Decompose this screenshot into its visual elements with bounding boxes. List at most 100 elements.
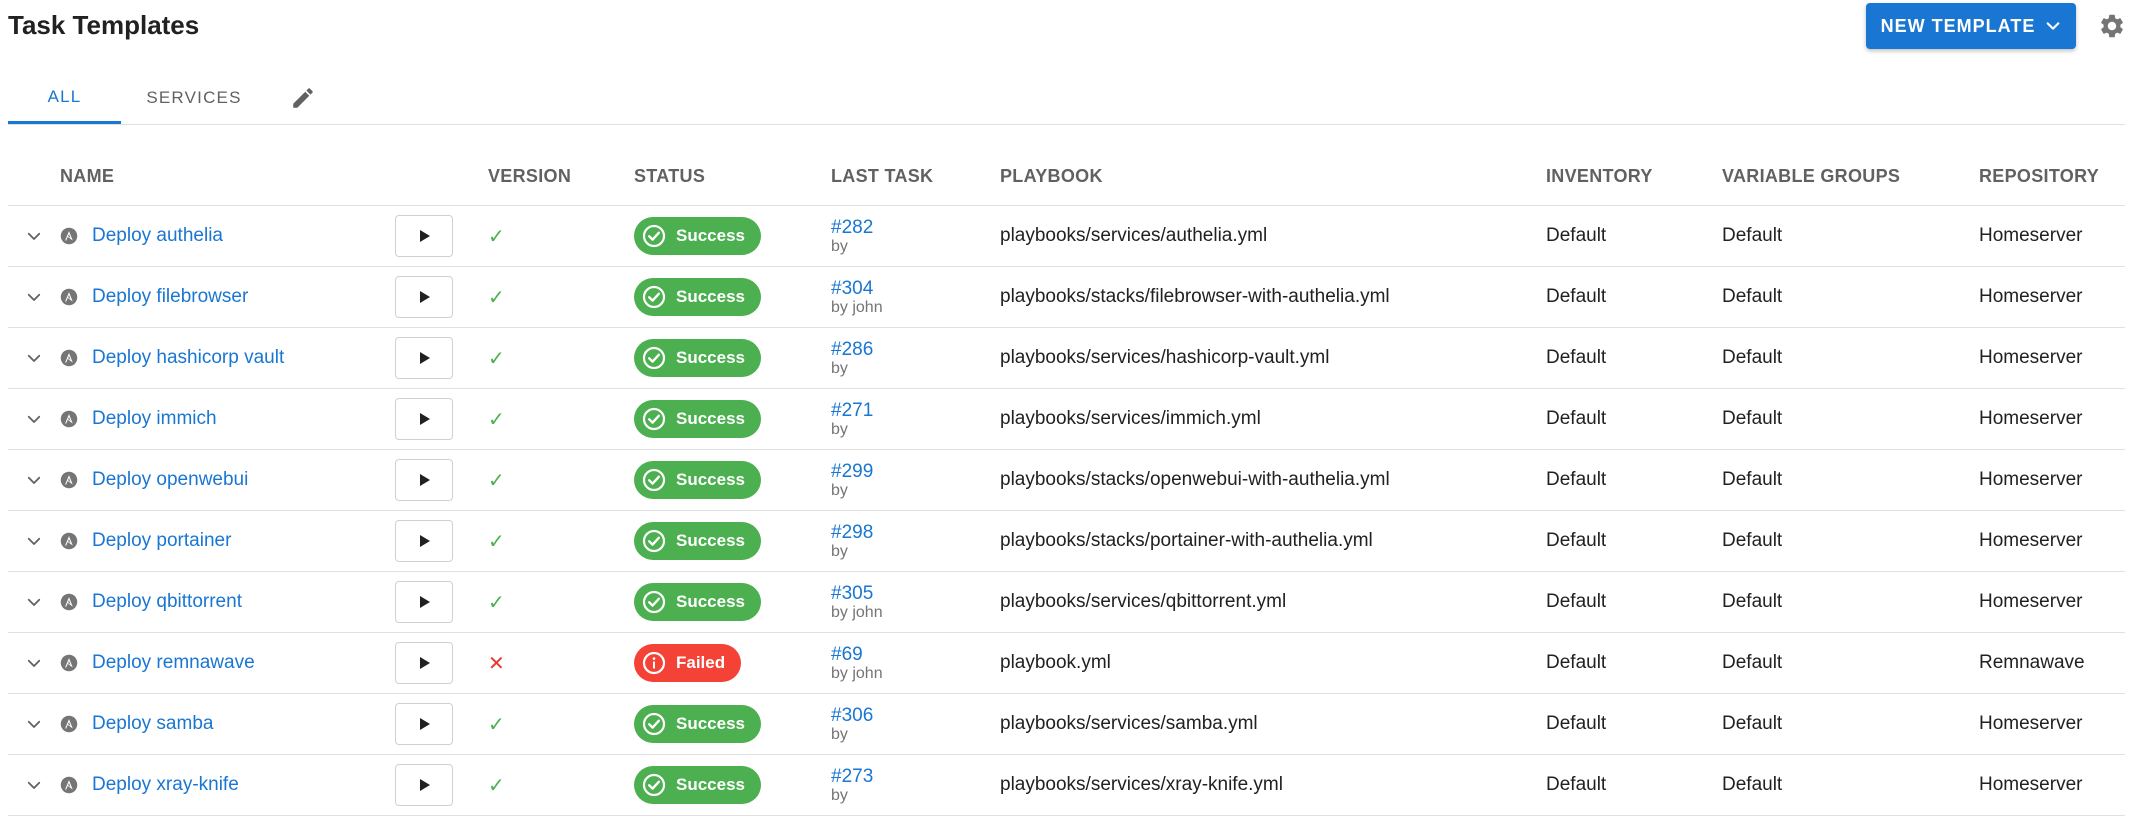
header-playbook[interactable]: PLAYBOOK — [1000, 148, 1546, 206]
header-run — [395, 148, 488, 206]
last-task-link[interactable]: #69 — [831, 645, 1000, 664]
expand-row-button[interactable] — [20, 405, 48, 433]
last-task-link[interactable]: #306 — [831, 706, 1000, 725]
expand-row-button[interactable] — [20, 527, 48, 555]
header-repository[interactable]: REPOSITORY — [1979, 148, 2125, 206]
last-task-cell: #306 by — [831, 693, 1000, 755]
expand-row-button[interactable] — [20, 588, 48, 616]
expand-row-button[interactable] — [20, 649, 48, 677]
run-template-button[interactable] — [395, 520, 453, 562]
template-name-link[interactable]: Deploy filebrowser — [92, 286, 248, 308]
last-task-link[interactable]: #271 — [831, 401, 1000, 420]
last-task-link[interactable]: #286 — [831, 340, 1000, 359]
header-variable-groups[interactable]: VARIABLE GROUPS — [1722, 148, 1979, 206]
name-cell: Deploy authelia — [60, 205, 395, 267]
template-name-link[interactable]: Deploy xray-knife — [92, 774, 239, 796]
run-template-button[interactable] — [395, 215, 453, 257]
status-cell: Success — [634, 693, 831, 755]
header-status[interactable]: STATUS — [634, 148, 831, 206]
variable-groups-cell: Default — [1722, 571, 1979, 633]
expand-row-button[interactable] — [20, 222, 48, 250]
last-task-link[interactable]: #298 — [831, 523, 1000, 542]
status-label: Failed — [676, 653, 726, 672]
template-name-link[interactable]: Deploy openwebui — [92, 469, 248, 491]
template-name-link[interactable]: Deploy authelia — [92, 225, 223, 247]
status-label: Success — [676, 714, 745, 733]
last-task-cell: #69 by john — [831, 632, 1000, 694]
template-name-link[interactable]: Deploy hashicorp vault — [92, 347, 284, 369]
name-cell: Deploy portainer — [60, 510, 395, 572]
ansible-icon — [60, 593, 78, 611]
repository-cell: Homeserver — [1979, 693, 2125, 755]
template-name-link[interactable]: Deploy samba — [92, 713, 213, 735]
playbook-cell: playbooks/stacks/openwebui-with-authelia… — [1000, 449, 1546, 511]
header-inventory[interactable]: INVENTORY — [1546, 148, 1722, 206]
templates-table: NAME VERSION STATUS LAST TASK PLAYBOOK I… — [8, 148, 2125, 816]
last-task-author: by john — [831, 298, 883, 316]
run-template-button[interactable] — [395, 581, 453, 623]
repository-cell: Homeserver — [1979, 327, 2125, 389]
expand-row-button[interactable] — [20, 283, 48, 311]
inventory-cell: Default — [1546, 205, 1722, 267]
variable-groups-cell: Default — [1722, 449, 1979, 511]
play-icon — [420, 596, 430, 608]
gear-icon — [2101, 14, 2123, 38]
chevron-down-icon — [27, 781, 41, 789]
template-name-link[interactable]: Deploy remnawave — [92, 652, 255, 674]
run-template-button[interactable] — [395, 276, 453, 318]
repository-cell: Homeserver — [1979, 571, 2125, 633]
last-task-link[interactable]: #273 — [831, 767, 1000, 786]
header-version[interactable]: VERSION — [488, 148, 634, 206]
last-task-author: by — [831, 542, 848, 560]
expand-row-button[interactable] — [20, 466, 48, 494]
new-template-button[interactable]: NEW TEMPLATE — [1866, 3, 2076, 49]
playbook-cell: playbooks/services/xray-knife.yml — [1000, 754, 1546, 816]
header-last-task[interactable]: LAST TASK — [831, 148, 1000, 206]
header-name[interactable]: NAME — [60, 148, 395, 206]
last-task-author: by — [831, 725, 848, 743]
check-icon: ✓ — [488, 530, 505, 553]
ansible-icon — [60, 654, 78, 672]
expand-row-button[interactable] — [20, 344, 48, 372]
tab-all[interactable]: ALL — [8, 72, 121, 124]
variable-groups-cell: Default — [1722, 693, 1979, 755]
run-template-button[interactable] — [395, 459, 453, 501]
run-template-button[interactable] — [395, 764, 453, 806]
name-cell: Deploy hashicorp vault — [60, 327, 395, 389]
last-task-link[interactable]: #304 — [831, 279, 1000, 298]
repository-cell: Homeserver — [1979, 266, 2125, 328]
run-template-button[interactable] — [395, 642, 453, 684]
play-icon — [420, 474, 430, 486]
info-circle-icon — [642, 651, 666, 675]
tab-services[interactable]: SERVICES — [121, 72, 267, 124]
variable-groups-cell: Default — [1722, 754, 1979, 816]
template-name-link[interactable]: Deploy immich — [92, 408, 217, 430]
status-label: Success — [676, 226, 745, 245]
template-name-link[interactable]: Deploy portainer — [92, 530, 231, 552]
run-template-button[interactable] — [395, 337, 453, 379]
run-template-button[interactable] — [395, 703, 453, 745]
tab-bar: ALL SERVICES — [8, 72, 2125, 125]
expand-row-button[interactable] — [20, 710, 48, 738]
check-circle-icon — [642, 773, 666, 797]
inventory-cell: Default — [1546, 510, 1722, 572]
play-icon — [420, 657, 430, 669]
last-task-link[interactable]: #299 — [831, 462, 1000, 481]
template-name-link[interactable]: Deploy qbittorrent — [92, 591, 242, 613]
play-icon — [420, 535, 430, 547]
expand-row-button[interactable] — [20, 771, 48, 799]
last-task-link[interactable]: #305 — [831, 584, 1000, 603]
inventory-cell: Default — [1546, 754, 1722, 816]
table-row: Deploy samba ✓ Success #306 by playbooks… — [8, 693, 2125, 755]
chevron-down-icon — [27, 293, 41, 301]
chevron-down-icon — [27, 354, 41, 362]
table-row: Deploy qbittorrent ✓ Success #305 by joh… — [8, 571, 2125, 633]
settings-button[interactable] — [2096, 10, 2128, 42]
edit-tabs-button[interactable] — [278, 72, 328, 124]
repository-cell: Homeserver — [1979, 510, 2125, 572]
run-template-button[interactable] — [395, 398, 453, 440]
pencil-icon — [293, 88, 313, 108]
name-cell: Deploy openwebui — [60, 449, 395, 511]
version-cell: ✓ — [488, 571, 634, 633]
last-task-link[interactable]: #282 — [831, 218, 1000, 237]
